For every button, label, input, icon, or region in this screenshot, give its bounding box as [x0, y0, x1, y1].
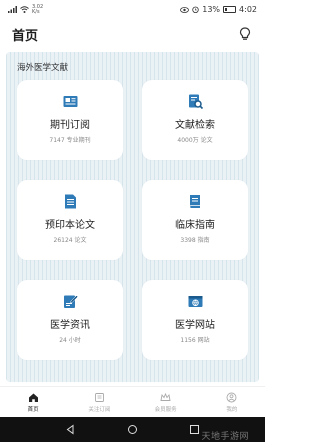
card-literature-search[interactable]: 文献检索 4000万 论文 — [142, 80, 248, 160]
content-panel: 海外医学文献 期刊订阅 7147 专业期刊 文献检索 4000万 论文 预印本论… — [6, 52, 259, 382]
website-icon — [188, 296, 202, 307]
nav-item-profile[interactable]: 我的 — [199, 387, 265, 417]
back-icon[interactable] — [65, 424, 76, 435]
nav-label: 我的 — [226, 406, 238, 413]
alarm-icon — [192, 6, 199, 13]
network-speed: 3.02 K/s — [32, 3, 44, 15]
newspaper-icon — [63, 96, 77, 107]
section-title: 海外医学文献 — [17, 63, 69, 73]
lightbulb-icon[interactable] — [237, 26, 253, 42]
card-label: 临床指南 — [175, 220, 215, 231]
card-label: 预印本论文 — [45, 220, 95, 231]
recent-apps-icon[interactable] — [189, 424, 200, 435]
card-label: 医学资讯 — [50, 320, 90, 331]
battery-icon — [223, 6, 237, 13]
card-label: 文献检索 — [175, 120, 215, 131]
card-label: 医学网站 — [175, 320, 215, 331]
home-button-icon[interactable] — [127, 424, 138, 435]
nav-item-home[interactable]: 首页 — [0, 387, 66, 417]
eye-icon — [180, 6, 190, 13]
status-bar: 3.02 K/s 13% 4:02 — [0, 0, 265, 19]
card-medical-news[interactable]: 医学资讯 24 小时 — [17, 280, 123, 360]
edit-document-icon — [63, 295, 78, 308]
page-title: 首页 — [12, 28, 39, 44]
document-icon — [64, 194, 76, 209]
card-subtitle: 7147 专业期刊 — [49, 137, 91, 144]
card-subtitle: 3398 指南 — [180, 237, 210, 244]
watermark: 天地手游网 — [201, 432, 249, 442]
card-subtitle: 26124 论文 — [53, 237, 87, 244]
card-subtitle: 1156 网站 — [180, 337, 210, 344]
card-clinical-guidelines[interactable]: 临床指南 3398 指南 — [142, 180, 248, 260]
bookmark-icon — [94, 392, 104, 402]
clock: 4:02 — [239, 5, 257, 14]
card-preprint-papers[interactable]: 预印本论文 26124 论文 — [17, 180, 123, 260]
battery-percent: 13% — [202, 5, 221, 14]
signal-icon — [8, 6, 17, 13]
search-document-icon — [188, 94, 203, 110]
card-medical-websites[interactable]: 医学网站 1156 网站 — [142, 280, 248, 360]
bottom-navigation: 首页 关注订阅 会员服务 我的 — [0, 386, 265, 417]
card-journal-subscription[interactable]: 期刊订阅 7147 专业期刊 — [17, 80, 123, 160]
crown-icon — [160, 392, 171, 401]
app-header: 首页 — [0, 19, 265, 49]
home-icon — [28, 393, 38, 402]
nav-item-subscriptions[interactable]: 关注订阅 — [66, 387, 132, 417]
card-label: 期刊订阅 — [50, 120, 90, 131]
book-icon — [189, 195, 200, 208]
card-subtitle: 4000万 论文 — [177, 137, 213, 144]
nav-item-membership[interactable]: 会员服务 — [133, 387, 199, 417]
nav-label: 关注订阅 — [88, 406, 111, 413]
nav-label: 首页 — [27, 406, 39, 413]
wifi-icon — [20, 6, 29, 13]
user-icon — [226, 392, 237, 402]
nav-label: 会员服务 — [154, 406, 177, 413]
card-subtitle: 24 小时 — [59, 337, 81, 344]
